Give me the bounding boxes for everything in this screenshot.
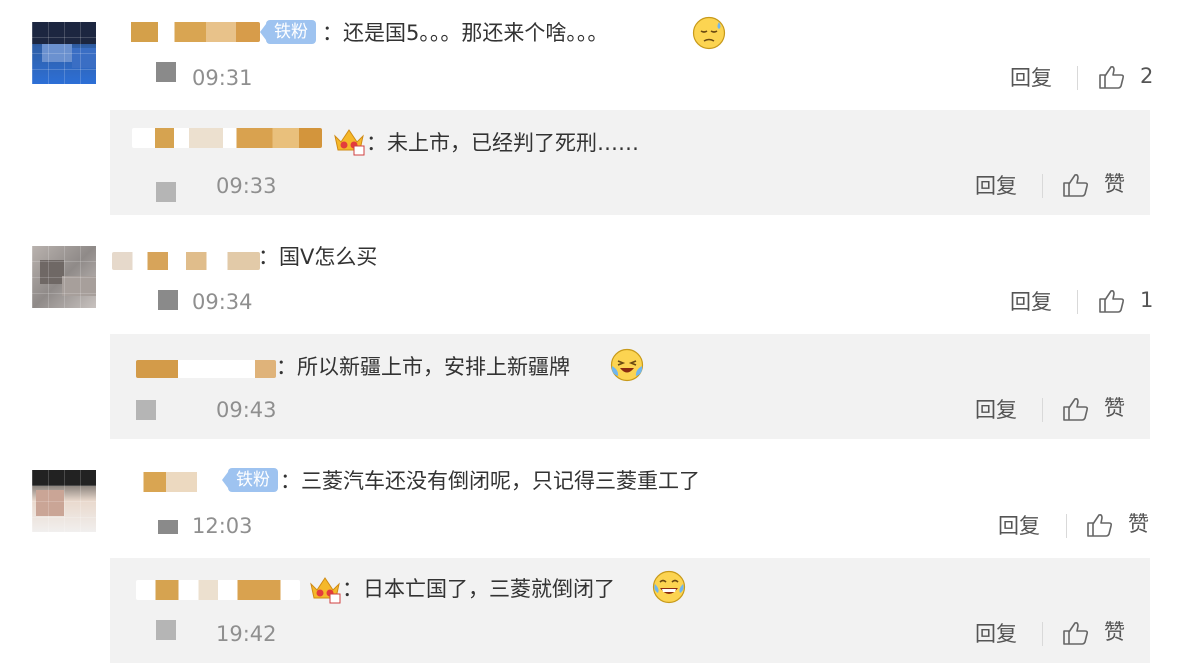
reply-button[interactable]: 回复 bbox=[975, 174, 1017, 198]
username-redacted[interactable] bbox=[132, 128, 322, 148]
device-info-redacted bbox=[156, 620, 176, 640]
like-label: 赞 bbox=[1104, 396, 1125, 420]
like-count: 2 bbox=[1140, 64, 1154, 88]
reply-button[interactable]: 回复 bbox=[975, 398, 1017, 422]
avatar[interactable] bbox=[32, 246, 96, 308]
device-info-redacted bbox=[136, 400, 156, 420]
thumbs-up-icon bbox=[1063, 622, 1089, 645]
device-info-redacted bbox=[158, 520, 178, 534]
username-redacted[interactable] bbox=[136, 360, 276, 378]
divider bbox=[1042, 174, 1043, 198]
comment-1: 铁粉 ：还是国5。。。那还来个啥。。。 09:31 回复 2 bbox=[0, 0, 1186, 110]
comment-time: 09:34 bbox=[192, 290, 253, 314]
like-count: 1 bbox=[1140, 288, 1154, 312]
like-label: 赞 bbox=[1104, 172, 1125, 196]
username-redacted[interactable] bbox=[112, 472, 224, 492]
reply-time: 09:33 bbox=[216, 174, 277, 198]
reply-1: ：未上市，已经判了死刑…… 09:33 回复 赞 bbox=[110, 110, 1150, 215]
divider bbox=[1042, 622, 1043, 646]
reply-time: 19:42 bbox=[216, 622, 277, 646]
divider bbox=[1077, 66, 1078, 90]
comment-text: ：三菱汽车还没有倒闭呢，只记得三菱重工了 bbox=[280, 469, 700, 493]
like-button[interactable]: 赞 bbox=[1062, 620, 1142, 646]
reply-2: ：所以新疆上市，安排上新疆牌 09:43 回复 赞 bbox=[110, 334, 1150, 439]
laughing-tears-face-icon bbox=[610, 348, 644, 382]
divider bbox=[1066, 514, 1067, 538]
fan-tag: 铁粉 bbox=[260, 20, 316, 44]
username-redacted[interactable] bbox=[110, 22, 260, 42]
avatar[interactable] bbox=[32, 470, 96, 532]
reply-button[interactable]: 回复 bbox=[1010, 290, 1052, 314]
fan-tag: 铁粉 bbox=[222, 468, 278, 492]
like-label: 赞 bbox=[1128, 512, 1149, 536]
crown-badge-icon bbox=[310, 577, 341, 604]
like-label: 赞 bbox=[1104, 620, 1125, 644]
thumbs-up-icon bbox=[1099, 290, 1125, 313]
like-button[interactable]: 2 bbox=[1098, 64, 1158, 90]
device-info-redacted bbox=[158, 290, 178, 310]
comment-text: ：国V怎么买 bbox=[258, 245, 378, 269]
thumbs-up-icon bbox=[1063, 398, 1089, 421]
comment-time: 09:31 bbox=[192, 66, 253, 90]
divider bbox=[1042, 398, 1043, 422]
thumbs-up-icon bbox=[1087, 514, 1113, 537]
like-button[interactable]: 赞 bbox=[1062, 396, 1142, 422]
reply-button[interactable]: 回复 bbox=[1010, 66, 1052, 90]
comment-3: 铁粉 ：三菱汽车还没有倒闭呢，只记得三菱重工了 12:03 回复 赞 bbox=[0, 450, 1186, 560]
username-redacted[interactable] bbox=[136, 580, 300, 600]
reply-button[interactable]: 回复 bbox=[975, 622, 1017, 646]
like-button[interactable]: 赞 bbox=[1086, 512, 1166, 538]
reply-time: 09:43 bbox=[216, 398, 277, 422]
comment-time: 12:03 bbox=[192, 514, 253, 538]
reply-3: ：日本亡国了，三菱就倒闭了 19:42 回复 赞 bbox=[110, 558, 1150, 663]
username-redacted[interactable] bbox=[112, 252, 260, 270]
reply-text: ：所以新疆上市，安排上新疆牌 bbox=[276, 355, 570, 379]
sleepy-sweat-face-icon bbox=[692, 16, 726, 50]
avatar[interactable] bbox=[32, 22, 96, 84]
thumbs-up-icon bbox=[1099, 66, 1125, 89]
reply-text: ：日本亡国了，三菱就倒闭了 bbox=[342, 577, 615, 601]
grinning-tears-face-icon bbox=[652, 570, 686, 604]
like-button[interactable]: 1 bbox=[1098, 288, 1158, 314]
like-button[interactable]: 赞 bbox=[1062, 172, 1142, 198]
comment-2: ：国V怎么买 09:34 回复 1 bbox=[0, 226, 1186, 336]
comment-text: ：还是国5。。。那还来个啥。。。 bbox=[322, 21, 609, 45]
crown-badge-icon bbox=[334, 129, 365, 156]
divider bbox=[1077, 290, 1078, 314]
reply-text: ：未上市，已经判了死刑…… bbox=[366, 131, 639, 155]
thumbs-up-icon bbox=[1063, 174, 1089, 197]
device-info-redacted bbox=[156, 62, 176, 82]
device-info-redacted bbox=[156, 182, 176, 202]
reply-button[interactable]: 回复 bbox=[998, 514, 1040, 538]
